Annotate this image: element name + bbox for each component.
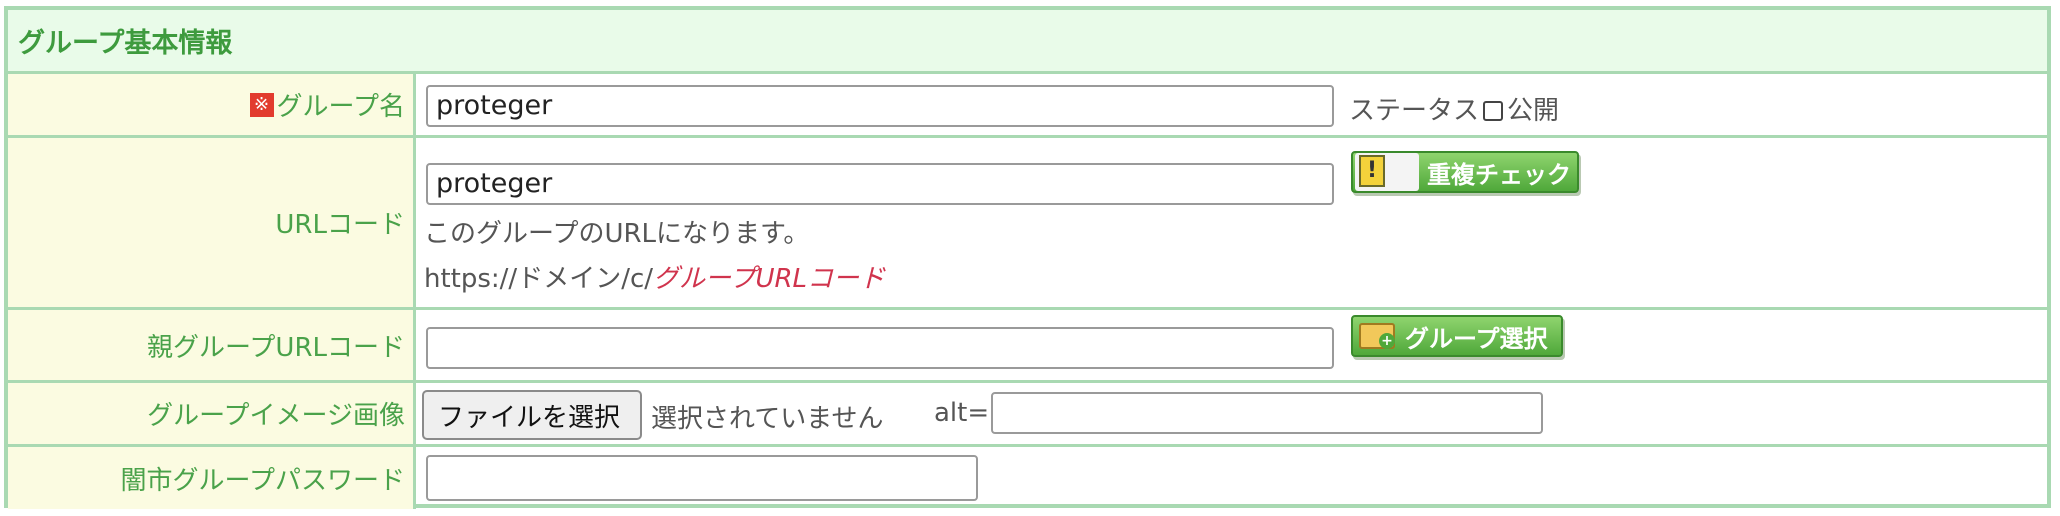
row-group-image: グループイメージ画像 ファイルを選択 選択されていません alt=: [8, 383, 2047, 447]
warning-document-icon: !: [1355, 153, 1419, 191]
parent-url-code-input[interactable]: [426, 327, 1334, 369]
value-cell-group-image: ファイルを選択 選択されていません alt=: [416, 383, 2047, 444]
required-mark-icon: ※: [249, 92, 274, 117]
row-group-name: ※ グループ名 proteger ステータス 公開: [8, 74, 2047, 138]
value-cell-parent-url-code: + グループ選択: [416, 310, 2047, 380]
parent-url-code-label: 親グループURLコード: [146, 332, 405, 363]
group-basic-info-panel: グループ基本情報 ※ グループ名 proteger ステータス 公開 URLコード…: [4, 6, 2051, 509]
public-checkbox[interactable]: [1483, 101, 1504, 121]
row-password: 闇市グループパスワード: [8, 447, 2047, 509]
row-url-code: URLコード proteger ! 重複チェック このグループのURLになります…: [8, 138, 2047, 310]
group-select-button[interactable]: + グループ選択: [1351, 315, 1563, 357]
label-cell-group-name: ※ グループ名: [8, 74, 416, 135]
value-cell-group-name: proteger ステータス 公開: [416, 74, 2047, 135]
label-cell-parent-url-code: 親グループURLコード: [8, 310, 416, 380]
url-example: https://ドメイン/c/グループURLコード: [424, 258, 885, 295]
url-code-label: URLコード: [275, 210, 405, 240]
section-header: グループ基本情報: [8, 10, 2047, 74]
password-input[interactable]: [426, 455, 978, 501]
label-cell-group-image: グループイメージ画像: [8, 383, 416, 444]
status-label: ステータス: [1349, 96, 1480, 126]
url-code-input[interactable]: proteger: [426, 163, 1334, 205]
url-placeholder-text: グループURLコード: [653, 264, 886, 294]
public-label: 公開: [1507, 96, 1560, 126]
alt-input[interactable]: [991, 392, 1543, 434]
group-select-label: グループ選択: [1405, 324, 1548, 353]
url-prefix: https://ドメイン/c/: [424, 264, 654, 294]
group-image-label: グループイメージ画像: [147, 401, 405, 431]
row-parent-url-code: 親グループURLコード + グループ選択: [8, 310, 2047, 383]
status-group: ステータス 公開: [1349, 90, 1559, 127]
alt-label: alt=: [934, 398, 990, 428]
folder-add-icon: +: [1355, 317, 1399, 355]
section-title: グループ基本情報: [18, 28, 233, 59]
duplicate-check-label: 重複チェック: [1427, 160, 1571, 189]
value-cell-password: [416, 447, 2047, 509]
label-cell-url-code: URLコード: [8, 138, 416, 307]
file-status-text: 選択されていません: [651, 404, 884, 434]
value-cell-url-code: proteger ! 重複チェック このグループのURLになります。 https…: [416, 138, 2047, 307]
choose-file-button[interactable]: ファイルを選択: [422, 390, 642, 440]
password-label: 闇市グループパスワード: [120, 465, 405, 496]
label-cell-password: 闇市グループパスワード: [8, 447, 416, 509]
group-name-label: グループ名: [276, 92, 405, 122]
url-help-text: このグループのURLになります。: [424, 219, 810, 249]
group-name-input[interactable]: proteger: [426, 85, 1334, 127]
duplicate-check-button[interactable]: ! 重複チェック: [1351, 151, 1579, 193]
